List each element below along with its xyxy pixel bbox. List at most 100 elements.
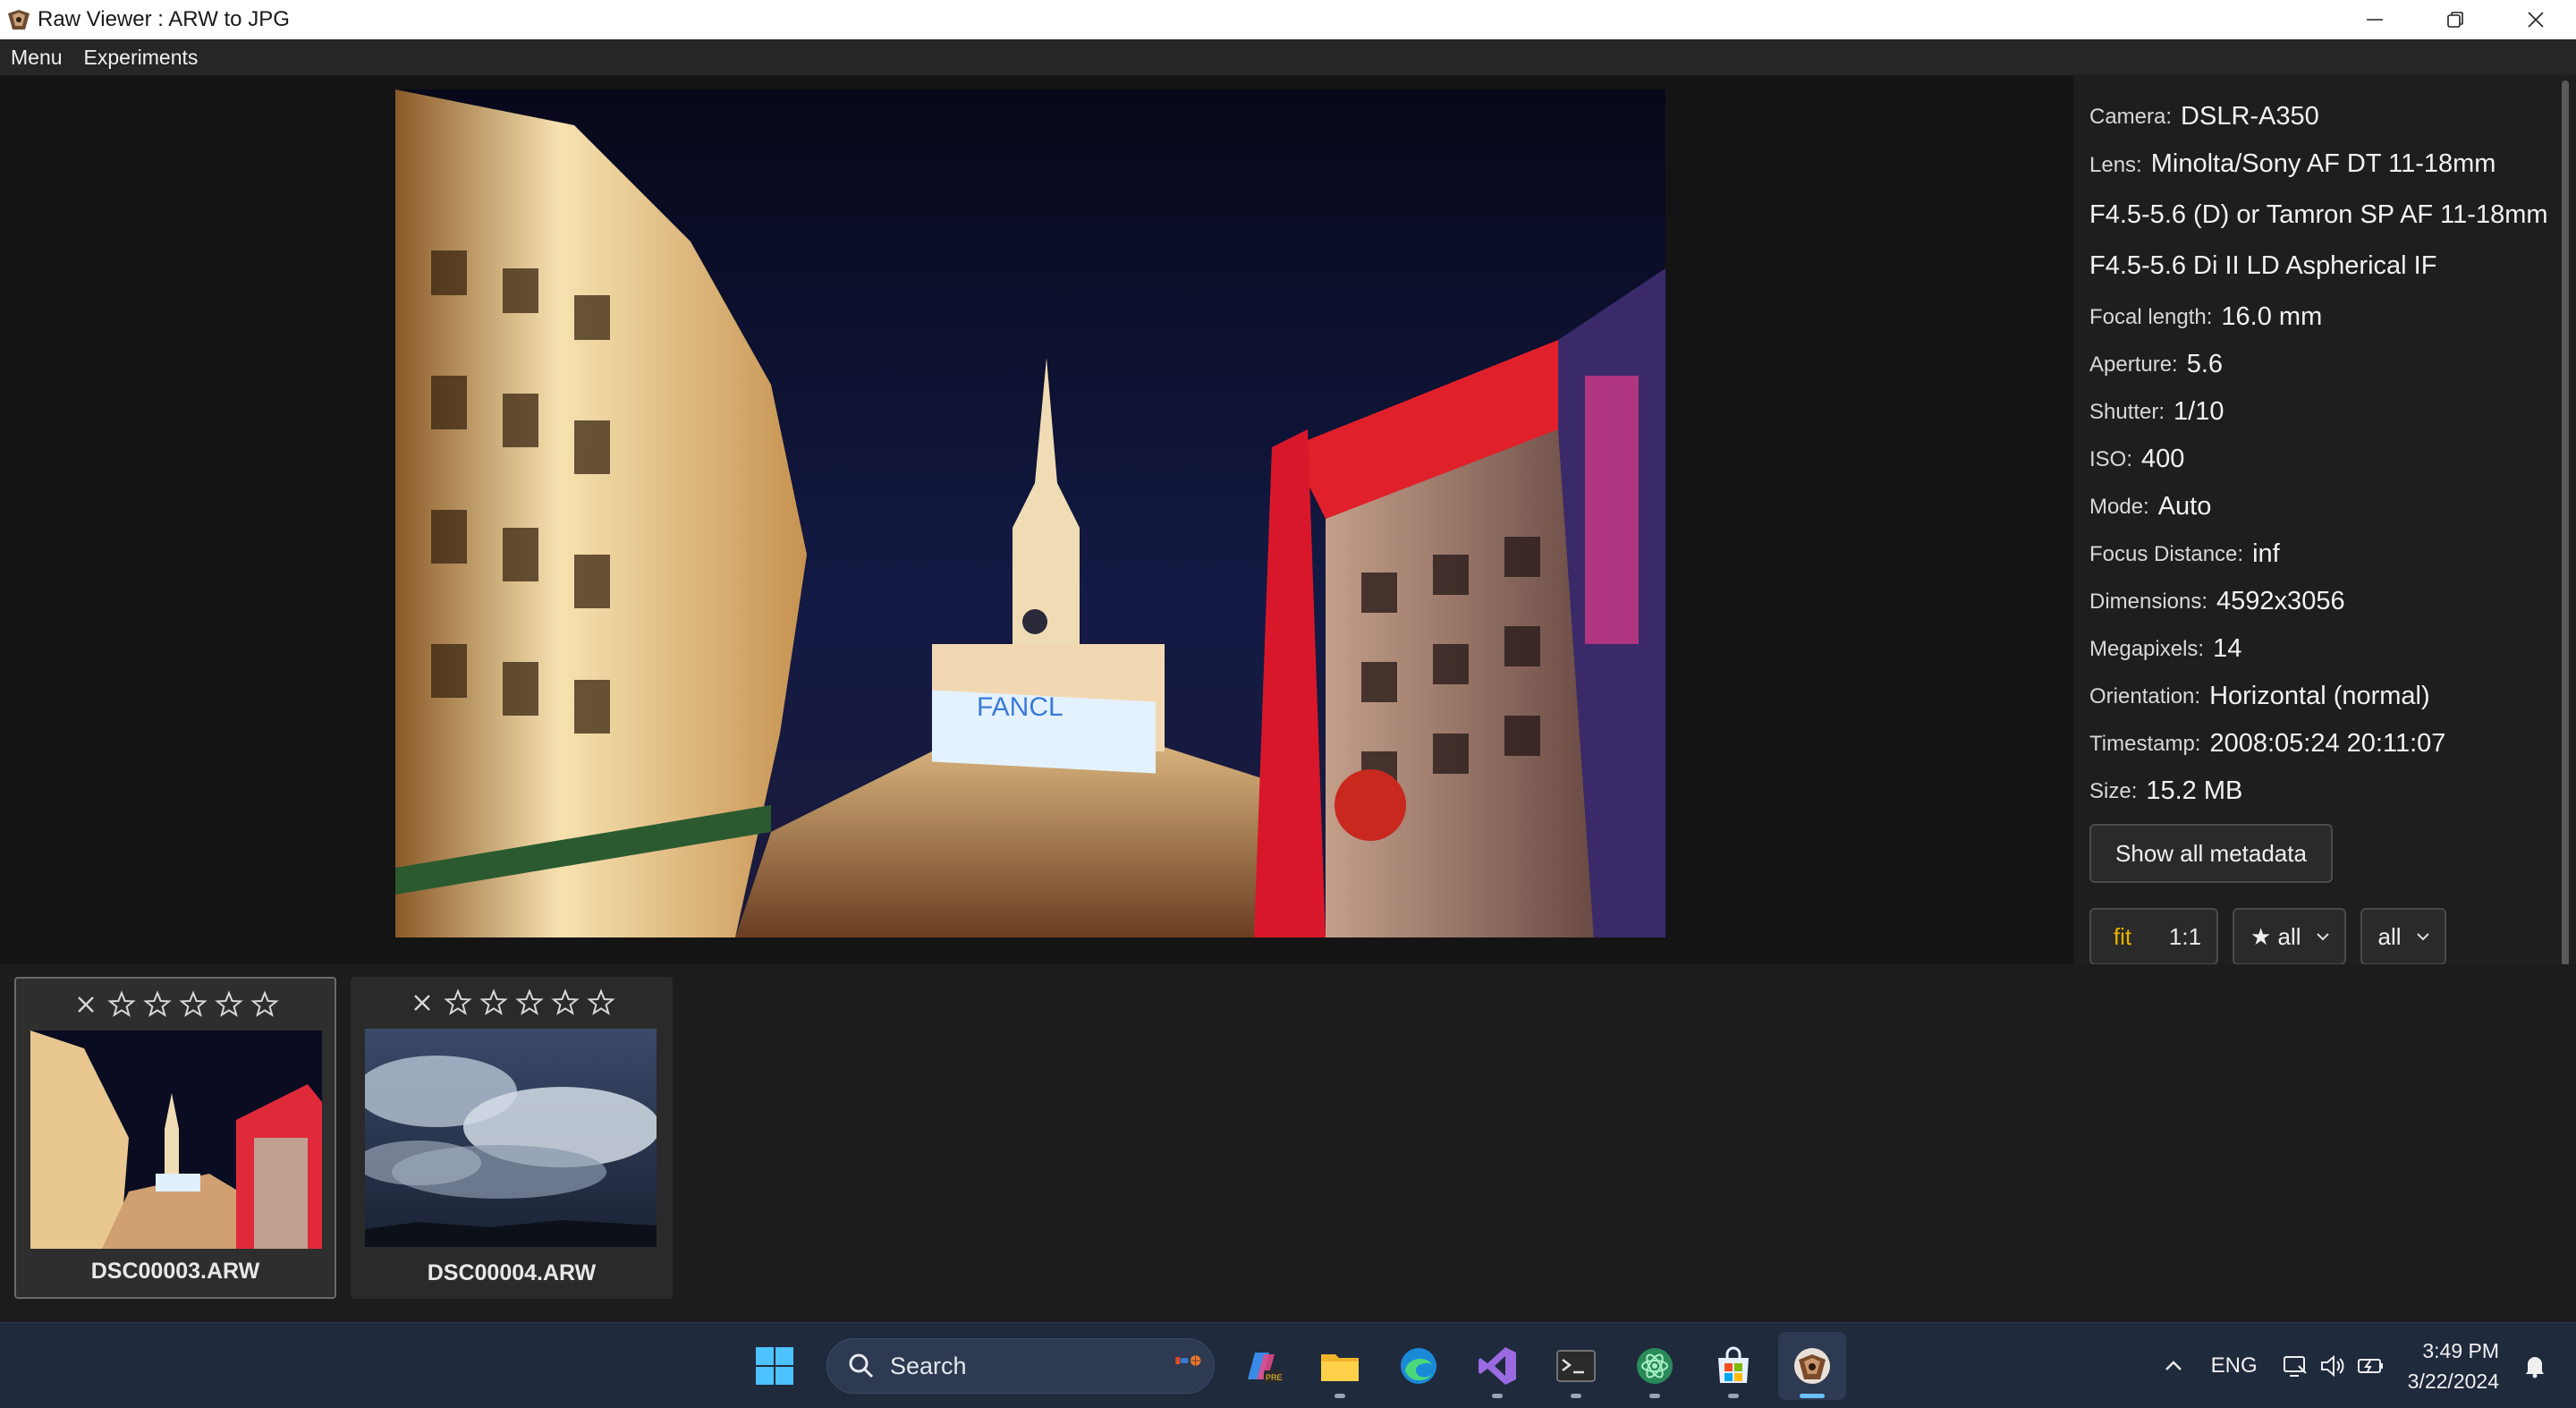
battery-charging-icon — [2357, 1359, 2383, 1373]
reject-icon[interactable] — [71, 989, 101, 1020]
reject-icon[interactable] — [407, 988, 437, 1018]
visual-studio-icon — [1479, 1347, 1516, 1385]
star-icon[interactable] — [178, 989, 208, 1020]
main-photo[interactable]: FANCL — [395, 89, 1665, 937]
start-button[interactable] — [741, 1332, 809, 1400]
app-running-indicator — [1728, 1394, 1739, 1398]
meta-shutter: Shutter: 1/10 — [2089, 388, 2555, 436]
image-viewer[interactable]: FANCL — [0, 75, 2073, 964]
metadata-scrollbar-thumb[interactable] — [2562, 81, 2569, 966]
taskbar-app-file-explorer[interactable] — [1306, 1332, 1374, 1400]
taskbar-search[interactable]: Search — [826, 1338, 1215, 1394]
type-filter-dropdown[interactable]: all — [2360, 908, 2446, 965]
taskbar-app-terminal[interactable] — [1542, 1332, 1610, 1400]
taskbar-apps: Search PRE — [741, 1332, 1857, 1400]
network-icon-button[interactable] — [2281, 1352, 2309, 1380]
taskbar-app-store[interactable] — [1699, 1332, 1767, 1400]
system-tray: ENG 3:49 PM 3/22/2024 — [2159, 1323, 2576, 1408]
volume-icon-button[interactable] — [2318, 1352, 2347, 1380]
folder-icon — [1321, 1354, 1359, 1381]
taskbar-app-electron[interactable] — [1621, 1332, 1689, 1400]
taskbar-app-visual-studio[interactable] — [1463, 1332, 1531, 1400]
menu-bar: Menu Experiments — [0, 39, 2576, 75]
star-icon[interactable] — [550, 988, 580, 1018]
search-icon — [849, 1353, 874, 1378]
meta-iso: ISO: 400 — [2089, 436, 2555, 483]
restore-icon — [2447, 12, 2463, 28]
title-bar: Raw Viewer : ARW to JPG — [0, 0, 2576, 39]
windows-logo-icon — [756, 1347, 793, 1385]
svg-text:FANCL: FANCL — [977, 692, 1063, 722]
taskbar-app-edge[interactable] — [1385, 1332, 1453, 1400]
star-icon[interactable] — [514, 988, 545, 1018]
star-icon[interactable] — [479, 988, 509, 1018]
meta-megapixels: Megapixels: 14 — [2089, 625, 2555, 673]
meta-focus-distance: Focus Distance: inf — [2089, 530, 2555, 578]
app-running-indicator — [1649, 1394, 1660, 1398]
star-icon[interactable] — [142, 989, 173, 1020]
raw-viewer-app-icon — [8, 10, 30, 30]
meta-key: Megapixels: — [2089, 636, 2205, 661]
zoom-fit-button[interactable]: fit — [2091, 910, 2154, 963]
menu-item-menu[interactable]: Menu — [0, 39, 73, 75]
language-indicator[interactable]: ENG — [2211, 1353, 2258, 1378]
star-icon[interactable] — [250, 989, 280, 1020]
restore-button[interactable] — [2415, 0, 2496, 39]
volume-icon — [2320, 1354, 2344, 1378]
meta-value: 16.0 mm — [2221, 302, 2323, 331]
minimize-icon — [2367, 19, 2383, 21]
taskbar-app-copilot[interactable]: PRE — [1227, 1332, 1295, 1400]
search-highlight-icon — [1175, 1355, 1201, 1366]
meta-key: Lens: — [2089, 153, 2142, 177]
thumbnail-card[interactable]: DSC00003.ARW — [14, 977, 336, 1299]
network-icon — [2283, 1356, 2307, 1377]
clock-time: 3:49 PM — [2422, 1339, 2499, 1362]
tray-overflow-button[interactable] — [2159, 1352, 2188, 1380]
show-all-metadata-button[interactable]: Show all metadata — [2089, 824, 2333, 883]
battery-icon-button[interactable] — [2356, 1352, 2385, 1380]
atom-icon — [1637, 1348, 1673, 1384]
app-active-indicator — [1800, 1394, 1825, 1398]
menu-item-experiments[interactable]: Experiments — [73, 39, 209, 75]
app-running-indicator — [1571, 1394, 1581, 1398]
thumbnail-filename: DSC00004.ARW — [427, 1260, 597, 1285]
notifications-button[interactable] — [2521, 1352, 2549, 1380]
meta-key: ISO: — [2089, 446, 2133, 471]
meta-focal-length: Focal length: 16.0 mm — [2089, 293, 2555, 341]
meta-value: Minolta/Sony AF DT 11-18mm F4.5-5.6 (D) … — [2089, 149, 2548, 280]
meta-timestamp: Timestamp: 2008:05:24 20:11:07 — [2089, 720, 2555, 768]
meta-value: 2008:05:24 20:11:07 — [2209, 729, 2446, 758]
meta-size: Size: 15.2 MB — [2089, 768, 2555, 815]
star-icon[interactable] — [443, 988, 473, 1018]
thumbnail-image[interactable] — [365, 1029, 657, 1247]
view-controls: fit 1:1 ★ all all — [2089, 908, 2446, 965]
window-controls — [2334, 0, 2576, 39]
star-icon[interactable] — [586, 988, 616, 1018]
taskbar-clock[interactable]: 3:49 PM 3/22/2024 — [2408, 1336, 2499, 1396]
app-window: Raw Viewer : ARW to JPG Menu Experiments — [0, 0, 2576, 1408]
meta-key: Dimensions: — [2089, 589, 2208, 614]
store-icon — [1718, 1346, 1749, 1383]
thumbnail-image[interactable] — [30, 1031, 322, 1249]
taskbar-app-raw-viewer[interactable] — [1778, 1332, 1846, 1400]
edge-icon — [1401, 1348, 1436, 1384]
thumbnail-card[interactable]: DSC00004.ARW — [351, 977, 673, 1299]
search-placeholder: Search — [890, 1352, 967, 1379]
zoom-1to1-button[interactable]: 1:1 — [2154, 910, 2216, 963]
star-icon[interactable] — [214, 989, 244, 1020]
meta-key: Aperture: — [2089, 352, 2178, 377]
window-title: Raw Viewer : ARW to JPG — [38, 7, 290, 31]
minimize-button[interactable] — [2334, 0, 2415, 39]
bell-icon — [2526, 1357, 2544, 1378]
meta-key: Focal length: — [2089, 304, 2213, 329]
meta-value: Horizontal (normal) — [2209, 682, 2430, 710]
app-running-indicator — [1492, 1394, 1503, 1398]
raw-viewer-app-icon — [1794, 1348, 1830, 1384]
close-button[interactable] — [2496, 0, 2576, 39]
meta-key: Mode: — [2089, 494, 2149, 519]
chevron-up-icon — [2165, 1361, 2182, 1370]
meta-value: inf — [2252, 539, 2280, 568]
svg-text:PRE: PRE — [1266, 1373, 1283, 1382]
star-icon[interactable] — [106, 989, 137, 1020]
rating-filter-dropdown[interactable]: ★ all — [2233, 908, 2346, 965]
